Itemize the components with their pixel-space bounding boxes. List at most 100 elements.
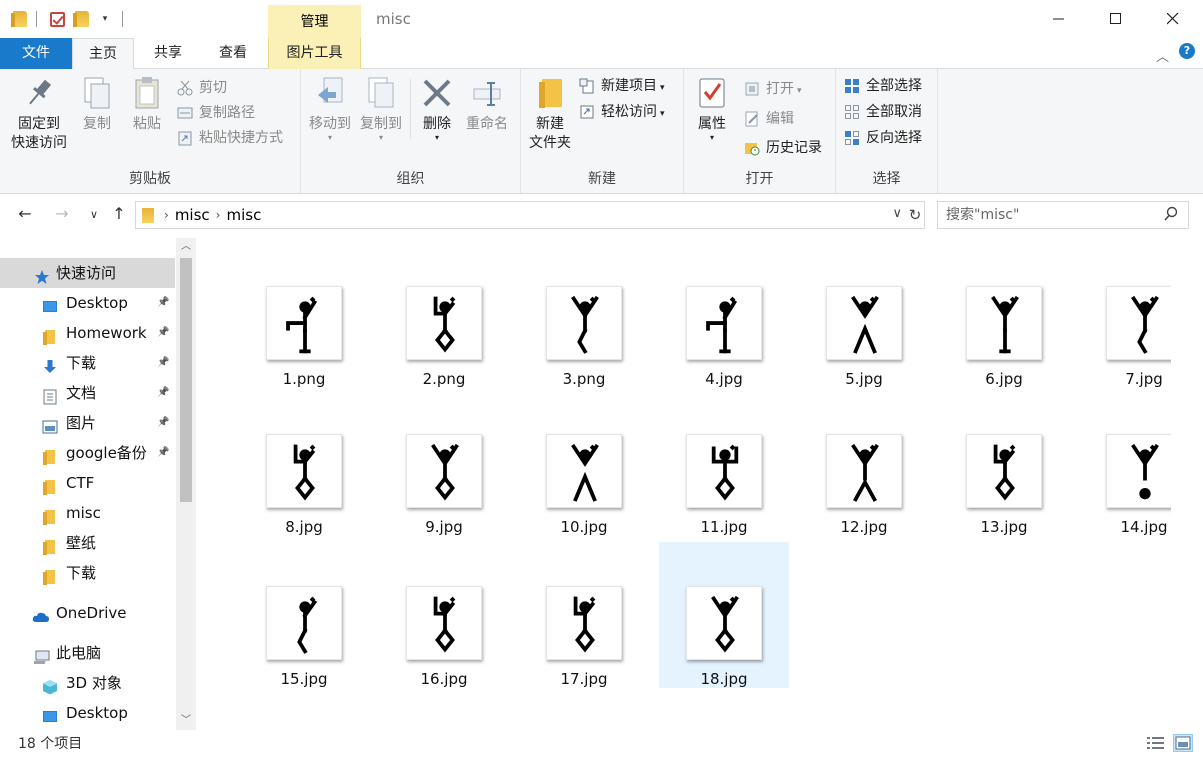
computer-icon xyxy=(32,645,50,664)
file-item[interactable]: 18.jpg xyxy=(659,542,789,688)
back-arrow-icon[interactable]: ← xyxy=(15,204,35,223)
paste-button[interactable]: 粘贴 xyxy=(126,75,168,134)
file-item[interactable]: 15.jpg xyxy=(239,542,369,688)
pin-quick-access-button[interactable]: 固定到 快速访问 xyxy=(8,75,70,153)
tab-picture-tools[interactable]: 图片工具 xyxy=(268,38,361,69)
tab-file[interactable]: 文件 xyxy=(0,38,72,69)
pictures-icon xyxy=(42,415,58,434)
folder-icon xyxy=(10,10,30,28)
easy-access-button[interactable]: 轻松访问 ▾ xyxy=(579,101,665,123)
cut-button[interactable]: 剪切 xyxy=(177,77,227,99)
collapse-ribbon-icon[interactable]: ︿ xyxy=(1156,46,1169,65)
file-item[interactable]: 1.png xyxy=(239,242,369,388)
customize-quick-access-icon[interactable]: ▾ xyxy=(95,10,115,28)
open-button[interactable]: 打开 ▾ xyxy=(744,78,802,100)
sidebar-item-文档[interactable]: 文档 📌 xyxy=(0,378,175,408)
help-icon[interactable]: ? xyxy=(1179,43,1195,59)
select-all-icon xyxy=(844,78,860,94)
new-item-button[interactable]: 新建项目 ▾ xyxy=(579,75,665,97)
copy-path-button[interactable]: 复制路径 xyxy=(177,102,255,124)
sidebar-item-desktop[interactable]: Desktop xyxy=(0,698,175,728)
search-icon[interactable] xyxy=(1164,206,1178,226)
file-item[interactable]: 11.jpg xyxy=(659,390,789,536)
search-input[interactable] xyxy=(938,202,1148,228)
address-bar[interactable]: › misc › misc ∨ xyxy=(135,201,925,229)
file-explorer-window: ▾ 管理 misc 文件 主页 共享 查看 图片工具 ︿ ? 固定到 快速访问 … xyxy=(0,0,1203,758)
recent-locations-chevron-icon[interactable]: ∨ xyxy=(84,208,104,221)
new-folder-button[interactable]: 新建 文件夹 xyxy=(525,75,575,153)
file-item[interactable]: 2.png xyxy=(379,242,509,388)
address-dropdown-icon[interactable]: ∨ xyxy=(892,206,902,221)
copy-to-button[interactable]: 复制到 ▾ xyxy=(355,75,407,142)
tab-home[interactable]: 主页 xyxy=(72,38,134,70)
sidebar-item-图片[interactable]: 图片 📌 xyxy=(0,408,175,438)
sidebar-item-misc[interactable]: misc xyxy=(0,498,175,528)
file-item[interactable]: 12.jpg xyxy=(799,390,929,536)
history-button[interactable]: 历史记录 xyxy=(744,137,822,159)
maximize-button[interactable] xyxy=(1087,0,1145,38)
select-none-button[interactable]: 全部取消 xyxy=(844,101,922,123)
breadcrumb-separator-icon[interactable]: › xyxy=(216,202,221,228)
tab-view[interactable]: 查看 xyxy=(203,38,263,69)
up-arrow-icon[interactable]: ↑ xyxy=(109,204,129,223)
properties-button[interactable]: 属性 ▾ xyxy=(690,75,734,142)
sidebar-item-下载[interactable]: 下载 📌 xyxy=(0,348,175,378)
forward-arrow-icon[interactable]: → xyxy=(52,204,72,223)
paste-label: 粘贴 xyxy=(133,116,161,132)
sidebar-item-快速访问[interactable]: 快速访问 xyxy=(0,258,175,288)
sidebar-item-google备份[interactable]: google备份 📌 xyxy=(0,438,175,468)
invert-selection-button[interactable]: 反向选择 xyxy=(844,127,922,149)
file-item[interactable]: 4.jpg xyxy=(659,242,789,388)
large-icons-view-icon[interactable] xyxy=(1173,734,1193,752)
sidebar-item-下载[interactable]: 下载 xyxy=(0,558,175,588)
sidebar-item-label: CTF xyxy=(66,474,95,492)
sidebar-item-壁纸[interactable]: 壁纸 xyxy=(0,528,175,558)
new-item-icon xyxy=(579,78,595,94)
navigation-pane-scrollbar[interactable]: ︿ ﹀ xyxy=(176,238,196,730)
edit-button[interactable]: 编辑 xyxy=(744,108,794,130)
properties-label: 属性 xyxy=(698,116,726,132)
breadcrumb-separator-icon[interactable]: › xyxy=(164,202,169,228)
tab-share[interactable]: 共享 xyxy=(138,38,198,69)
delete-button[interactable]: 删除 ▾ xyxy=(415,75,459,142)
file-item[interactable]: 10.jpg xyxy=(519,390,649,536)
new-folder-label-line1: 新建 xyxy=(536,116,564,132)
paste-shortcut-button[interactable]: 粘贴快捷方式 xyxy=(177,127,283,149)
sidebar-item-3d-对象[interactable]: 3D 对象 xyxy=(0,668,175,698)
file-item[interactable]: 17.jpg xyxy=(519,542,649,688)
sidebar-item-此电脑[interactable]: 此电脑 xyxy=(0,638,175,668)
scroll-up-icon[interactable]: ︿ xyxy=(176,238,196,256)
desktop-icon xyxy=(42,705,58,722)
breadcrumb-item[interactable]: misc xyxy=(226,202,261,228)
refresh-icon[interactable]: ↻ xyxy=(904,204,926,226)
file-item[interactable]: 13.jpg xyxy=(939,390,1069,536)
rename-button[interactable]: 重命名 xyxy=(461,75,513,134)
sidebar-item-homework[interactable]: Homework 📌 xyxy=(0,318,175,348)
file-item[interactable]: 8.jpg xyxy=(239,390,369,536)
close-button[interactable] xyxy=(1144,0,1202,38)
breadcrumb-item[interactable]: misc xyxy=(175,202,210,228)
history-label: 历史记录 xyxy=(766,140,822,156)
new-folder-quick-icon[interactable] xyxy=(72,10,92,28)
move-to-button[interactable]: 移动到 ▾ xyxy=(305,75,355,142)
properties-quick-icon[interactable] xyxy=(47,10,67,28)
file-thumbnail xyxy=(966,434,1042,508)
sidebar-item-desktop[interactable]: Desktop 📌 xyxy=(0,288,175,318)
context-tab-manage[interactable]: 管理 xyxy=(268,5,361,38)
file-item[interactable]: 3.png xyxy=(519,242,649,388)
sidebar-item-ctf[interactable]: CTF xyxy=(0,468,175,498)
copy-button[interactable]: 复制 xyxy=(76,75,118,134)
file-item[interactable]: 16.jpg xyxy=(379,542,509,688)
scroll-down-icon[interactable]: ﹀ xyxy=(176,712,196,730)
file-item[interactable]: 9.jpg xyxy=(379,390,509,536)
sidebar-item-onedrive[interactable]: OneDrive xyxy=(0,598,175,628)
file-item[interactable]: 6.jpg xyxy=(939,242,1069,388)
minimize-button[interactable] xyxy=(1030,0,1088,38)
file-item[interactable]: 5.jpg xyxy=(799,242,929,388)
separator xyxy=(36,11,37,27)
details-view-icon[interactable] xyxy=(1146,734,1166,752)
sidebar-item-label: 下载 xyxy=(66,564,97,582)
folder-icon xyxy=(42,505,58,525)
scrollbar-thumb[interactable] xyxy=(180,258,192,502)
select-all-button[interactable]: 全部选择 xyxy=(844,75,922,97)
